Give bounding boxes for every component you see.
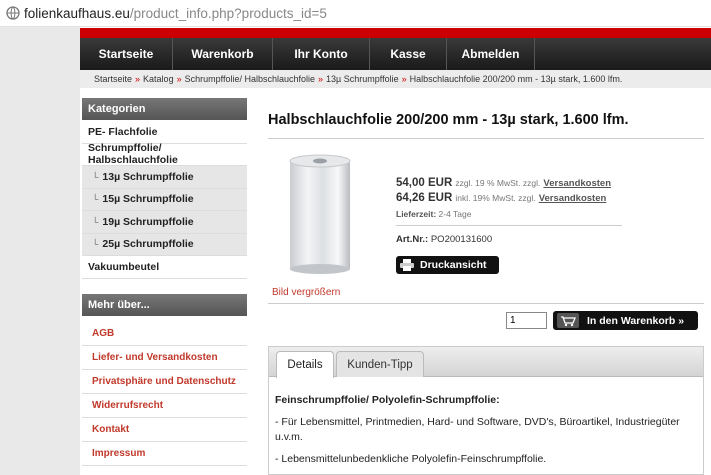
breadcrumb-item[interactable]: Katalog (143, 74, 174, 84)
quantity-input[interactable] (506, 312, 547, 329)
print-view-label: Druckansicht (420, 259, 487, 271)
delivery-time: Lieferzeit: 2-4 Tage (396, 209, 471, 219)
link-agb[interactable]: AGB (82, 322, 247, 346)
print-view-button[interactable]: Druckansicht (396, 256, 499, 274)
delivery-label: Lieferzeit: (396, 209, 437, 219)
price-net: 54,00 EUR zzgl. 19 % MwSt. zzgl. Versand… (396, 177, 611, 189)
breadcrumb-separator: » (176, 74, 182, 84)
category-label: 13µ Schrumpffolie (102, 170, 194, 183)
categories-heading: Kategorien (82, 98, 247, 120)
tab-bar: Details Kunden-Tipp (269, 347, 703, 378)
header-accent-bar (80, 28, 711, 38)
nav-ihr-konto[interactable]: Ihr Konto (273, 38, 370, 70)
cart-icon (557, 313, 579, 328)
category-15-schrumpffolie[interactable]: └ 15µ Schrumpffolie (82, 188, 247, 211)
price-gross: 64,26 EUR inkl. 19% MwSt. zzgl. Versandk… (396, 192, 606, 204)
breadcrumb-separator: » (401, 74, 407, 84)
article-number: Art.Nr.: PO200131600 (396, 234, 492, 245)
price-gross-note: inkl. 19% MwSt. zzgl. (455, 193, 536, 203)
tab-content: Feinschrumpffolie/ Polyolefin-Schrumpffo… (275, 393, 695, 473)
subcategory-marker-icon: └ (92, 171, 99, 182)
artnr-value: PO200131600 (430, 234, 493, 245)
subcategory-marker-icon: └ (92, 216, 99, 227)
subcategory-marker-icon: └ (92, 194, 99, 205)
breadcrumb: Startseite» Katalog» Schrumpffolie/ Halb… (80, 70, 711, 88)
breadcrumb-separator: » (135, 74, 141, 84)
link-kontakt[interactable]: Kontakt (82, 418, 247, 442)
breadcrumb-item-current[interactable]: Halbschlauchfolie 200/200 mm - 13µ stark… (410, 74, 623, 84)
address-bar[interactable]: folienkaufhaus.eu/product_info.php?produ… (0, 0, 711, 27)
description-paragraph: - Für Lebensmittel, Printmedien, Hard- u… (275, 416, 680, 444)
link-versandkosten[interactable]: Liefer- und Versandkosten (82, 346, 247, 370)
breadcrumb-separator: » (318, 74, 324, 84)
globe-icon (6, 6, 20, 20)
category-label: PE- Flachfolie (88, 125, 158, 138)
category-label: 25µ Schrumpffolie (102, 238, 194, 251)
tab-kunden-tipp[interactable]: Kunden-Tipp (336, 351, 424, 377)
category-pe-flachfolie[interactable]: PE- Flachfolie (82, 121, 247, 144)
main-nav: Startseite Warenkorb Ihr Konto Kasse Abm… (80, 38, 711, 70)
more-heading: Mehr über... (82, 294, 247, 316)
url-host: folienkaufhaus.eu (24, 5, 130, 21)
category-label: 15µ Schrumpffolie (102, 193, 194, 206)
breadcrumb-item[interactable]: Schrumpffolie/ Halbschlauchfolie (185, 74, 315, 84)
url-path: /product_info.php?products_id=5 (129, 5, 327, 21)
divider (396, 225, 622, 226)
category-label: Vakuumbeutel (88, 260, 160, 273)
print-icon (400, 259, 414, 271)
breadcrumb-item[interactable]: Startseite (94, 74, 132, 84)
artnr-label: Art.Nr.: (396, 234, 429, 245)
add-to-cart-button[interactable]: In den Warenkorb » (553, 311, 698, 330)
nav-warenkorb[interactable]: Warenkorb (173, 38, 273, 70)
delivery-value: 2-4 Tage (438, 209, 472, 219)
nav-abmelden[interactable]: Abmelden (447, 38, 535, 70)
tab-details[interactable]: Details (276, 351, 334, 378)
more-list: AGB Liefer- und Versandkosten Privatsphä… (82, 322, 247, 466)
category-25-schrumpffolie[interactable]: └ 25µ Schrumpffolie (82, 233, 247, 256)
description-heading: Feinschrumpffolie/ Polyolefin-Schrumpffo… (275, 394, 500, 406)
product-title: Halbschlauchfolie 200/200 mm - 13µ stark… (268, 112, 629, 128)
price-net-value: 54,00 EUR (396, 177, 453, 189)
category-label: 19µ Schrumpffolie (102, 215, 194, 228)
nav-startseite[interactable]: Startseite (80, 38, 173, 70)
category-label: Schrumpffolie/ Halbschlauchfolie (88, 142, 178, 167)
product-image[interactable] (286, 153, 354, 275)
category-13-schrumpffolie[interactable]: └ 13µ Schrumpffolie (82, 166, 247, 189)
link-impressum[interactable]: Impressum (82, 442, 247, 466)
category-19-schrumpffolie[interactable]: └ 19µ Schrumpffolie (82, 211, 247, 234)
subcategory-marker-icon: └ (92, 239, 99, 250)
divider (268, 138, 704, 139)
description-paragraph: - Lebensmittelunbedenkliche Polyolefin-F… (275, 452, 547, 465)
enlarge-image-link[interactable]: Bild vergrößern (272, 287, 340, 298)
divider (268, 303, 704, 304)
link-datenschutz[interactable]: Privatsphäre und Datenschutz (82, 370, 247, 394)
price-net-note: zzgl. 19 % MwSt. zzgl. (455, 178, 541, 188)
link-widerrufsrecht[interactable]: Widerrufsrecht (82, 394, 247, 418)
nav-kasse[interactable]: Kasse (370, 38, 447, 70)
category-vakuumbeutel[interactable]: Vakuumbeutel (82, 256, 247, 279)
shipping-cost-link[interactable]: Versandkosten (539, 193, 607, 204)
product-tabs: Details Kunden-Tipp Feinschrumpffolie/ P… (268, 346, 704, 475)
category-schrumpffolie[interactable]: Schrumpffolie/ Halbschlauchfolie (82, 142, 247, 167)
price-gross-value: 64,26 EUR (396, 192, 453, 204)
category-list: PE- Flachfolie Schrumpffolie/ Halbschlau… (82, 121, 247, 279)
shipping-cost-link[interactable]: Versandkosten (543, 178, 611, 189)
breadcrumb-item[interactable]: 13µ Schrumpffolie (326, 74, 399, 84)
add-to-cart-label: In den Warenkorb » (587, 314, 685, 327)
